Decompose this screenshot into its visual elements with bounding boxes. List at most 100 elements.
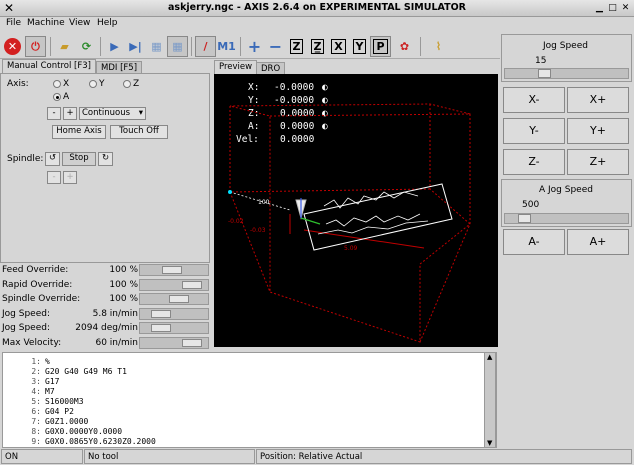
axis-radio-z[interactable]: [123, 80, 131, 88]
spindle-ccw-button[interactable]: ↺: [45, 152, 60, 166]
override-slider-thumb[interactable]: [162, 266, 182, 274]
menu-machine[interactable]: Machine: [27, 18, 65, 28]
override-slider-thumb[interactable]: [151, 324, 171, 332]
menu-help[interactable]: Help: [97, 18, 118, 28]
block-delete-button[interactable]: /: [195, 36, 216, 57]
jog-mode-select[interactable]: Continuous ▾: [79, 107, 146, 120]
manual-frame: Axis: X Y Z A - + Continuous ▾ Home Axis…: [0, 73, 210, 263]
tool-status: No tool: [84, 449, 255, 464]
dim-label-4: -0.03: [250, 227, 266, 234]
block-delete-icon: /: [203, 40, 208, 53]
override-slider-thumb[interactable]: [151, 309, 171, 318]
spindle-faster-button[interactable]: +: [63, 171, 77, 184]
jog-speed-slider[interactable]: [504, 68, 629, 79]
spindle-stop-button[interactable]: Stop: [62, 152, 96, 166]
view-z2-button[interactable]: Z̲: [307, 36, 328, 57]
pause-icon: ▦: [151, 40, 162, 53]
jog-y-plus-button[interactable]: Y+: [567, 118, 629, 144]
view-y-button[interactable]: Y: [349, 36, 370, 57]
maximize-button[interactable]: □: [607, 3, 618, 14]
gcode-listing[interactable]: 1:% 2: G20 G40 G49 M6 T1 3: G17 4: M7 5: S16000M…: [2, 352, 497, 448]
jog-speed-frame: Jog Speed 15: [501, 34, 632, 82]
estop-icon: ✕: [7, 40, 18, 53]
override-row: Max Velocity: 60 in/min: [0, 336, 210, 350]
override-slider[interactable]: [139, 278, 209, 291]
optional-stop-button[interactable]: M1: [216, 36, 237, 57]
jog-speed-slider-thumb[interactable]: [538, 69, 551, 78]
pause-button[interactable]: ▦: [146, 36, 167, 57]
touch-off-button[interactable]: Touch Off: [110, 125, 168, 139]
gcode-line-number: 9:: [31, 437, 41, 446]
override-value: 5.8 in/min: [92, 308, 138, 319]
gcode-line-number: 1:: [31, 357, 41, 366]
override-slider-thumb[interactable]: [182, 338, 202, 347]
menu-file[interactable]: File: [6, 18, 21, 28]
override-row: Jog Speed: 2094 deg/min: [0, 321, 210, 335]
override-slider-thumb[interactable]: [182, 280, 202, 289]
zoom-in-button[interactable]: +: [244, 36, 265, 57]
gcode-line: G20 G40 G49 M6 T1: [45, 367, 127, 376]
override-slider[interactable]: [139, 307, 209, 320]
dim-label-3: 5.09: [344, 245, 358, 252]
gcode-line-number: 2:: [31, 367, 41, 376]
zoom-out-button[interactable]: −: [265, 36, 286, 57]
axis-radio-y[interactable]: [89, 80, 97, 88]
override-slider[interactable]: [139, 336, 209, 349]
zoom-out-icon: −: [268, 37, 283, 56]
jog-x-plus-button[interactable]: X+: [567, 87, 629, 113]
close-button[interactable]: ✕: [620, 3, 631, 14]
power-icon: ⏻: [31, 39, 40, 53]
jog-minus-button[interactable]: -: [47, 107, 61, 120]
axis-radio-a[interactable]: [53, 93, 61, 101]
axis-radio-x[interactable]: [53, 80, 61, 88]
jog-z-minus-button[interactable]: Z-: [503, 149, 565, 175]
jog-y-minus-button[interactable]: Y-: [503, 118, 565, 144]
gcode-line: G0Z1.0000: [45, 417, 89, 426]
jog-plus-button[interactable]: +: [63, 107, 77, 120]
override-slider-thumb[interactable]: [169, 295, 189, 303]
jog-a-minus-button[interactable]: A-: [503, 229, 565, 255]
minimize-button[interactable]: ▁: [594, 3, 605, 14]
tab-preview[interactable]: Preview: [214, 60, 258, 74]
a-jog-speed-frame: A Jog Speed 500: [501, 179, 632, 227]
spindle-cw-button[interactable]: ↻: [98, 152, 113, 166]
menu-view[interactable]: View: [69, 18, 90, 28]
open-file-button[interactable]: ▰: [54, 36, 75, 57]
home-axis-button[interactable]: Home Axis: [52, 125, 106, 139]
tab-dro[interactable]: DRO: [256, 62, 286, 74]
a-jog-speed-slider-thumb[interactable]: [518, 214, 531, 223]
machine-state: ON: [1, 449, 83, 464]
stop-button[interactable]: ▦: [167, 36, 188, 57]
broom-icon: ⌇: [435, 40, 442, 53]
rotate-view-button[interactable]: ✿: [394, 36, 415, 57]
estop-button[interactable]: ✕: [4, 38, 21, 55]
spindle-slower-button[interactable]: -: [47, 171, 61, 184]
gcode-line-number: 6:: [31, 407, 41, 416]
x-axis-indicator: [300, 217, 321, 225]
view-p-icon: P: [373, 39, 388, 54]
clear-plot-button[interactable]: ⌇: [428, 36, 449, 57]
tab-manual-control[interactable]: Manual Control [F3]: [2, 59, 96, 73]
folder-icon: ▰: [60, 40, 69, 53]
override-label: Spindle Override:: [2, 294, 81, 304]
jog-a-plus-button[interactable]: A+: [567, 229, 629, 255]
a-jog-speed-slider[interactable]: [504, 213, 629, 224]
tab-mdi[interactable]: MDI [F5]: [96, 61, 143, 73]
override-slider[interactable]: [139, 264, 209, 276]
jog-z-plus-button[interactable]: Z+: [567, 149, 629, 175]
gcode-line-number: 7:: [31, 417, 41, 426]
gcode-scrollbar[interactable]: ▲ ▼: [484, 352, 496, 448]
reload-button[interactable]: ⟳: [76, 36, 97, 57]
override-slider[interactable]: [139, 322, 209, 334]
override-label: Jog Speed:: [2, 308, 50, 319]
view-x-button[interactable]: X: [328, 36, 349, 57]
view-p-button[interactable]: P: [370, 36, 391, 57]
preview-canvas[interactable]: X: -0.0000 Y: -0.0000 Z: 0.0000 A: 0.000…: [214, 74, 498, 347]
view-z-button[interactable]: Z: [286, 36, 307, 57]
override-slider[interactable]: [139, 293, 209, 305]
jog-x-minus-button[interactable]: X-: [503, 87, 565, 113]
step-button[interactable]: ▶|: [125, 36, 146, 57]
power-button[interactable]: ⏻: [25, 36, 46, 57]
chevron-down-icon: ▾: [138, 108, 143, 118]
run-button[interactable]: ▶: [104, 36, 125, 57]
